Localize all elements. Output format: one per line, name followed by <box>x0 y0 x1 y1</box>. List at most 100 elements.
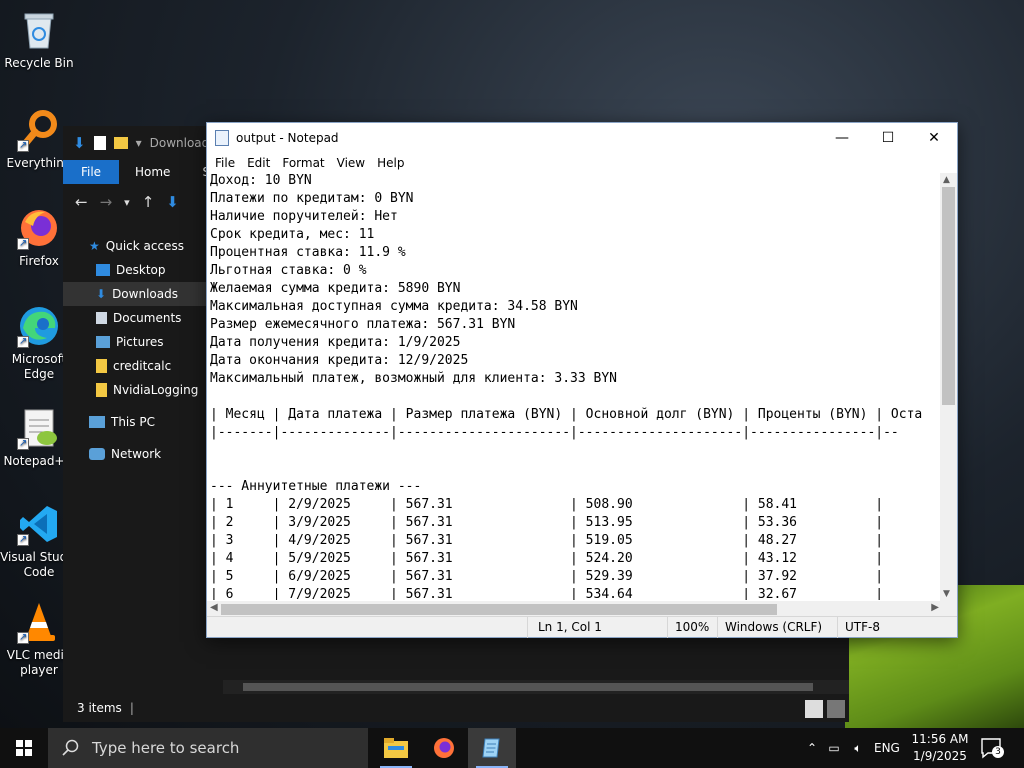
recycle-bin-icon <box>17 8 61 52</box>
desktop-icon-recycle-bin[interactable]: Recycle Bin <box>0 8 78 71</box>
nav-item-label: This PC <box>111 415 155 429</box>
windows-logo-icon <box>16 740 32 756</box>
nav-item-documents[interactable]: Documents <box>63 306 223 330</box>
taskbar-firefox[interactable] <box>420 728 468 768</box>
shortcut-arrow-icon <box>17 630 29 645</box>
shortcut-arrow-icon <box>17 436 29 451</box>
menu-format[interactable]: Format <box>276 156 330 170</box>
ribbon-tab-home[interactable]: Home <box>119 165 186 179</box>
notepad-plus-plus-icon <box>17 406 61 451</box>
text-editor-area[interactable]: Доход: 10 BYN Платежи по кредитам: 0 BYN Н… <box>210 172 942 600</box>
minimize-button[interactable]: — <box>819 123 865 153</box>
text-line: Наличие поручителей: Нет <box>210 209 398 224</box>
explorer-navigation-pane: ★ Quick access Desktop ⬇ Downloads Docum… <box>63 234 223 466</box>
nav-item-label: Quick access <box>105 239 184 253</box>
close-button[interactable]: ✕ <box>911 123 957 153</box>
system-tray: ⌃ ▭ 🔈︎ ENG <box>802 728 900 768</box>
vscode-icon <box>17 502 61 547</box>
large-icons-view-icon[interactable] <box>827 700 845 718</box>
scroll-right-icon[interactable]: ▶ <box>931 602 939 613</box>
menu-edit[interactable]: Edit <box>241 156 276 170</box>
nav-item-label: Downloads <box>112 287 178 301</box>
nav-item-downloads[interactable]: ⬇ Downloads <box>63 282 223 306</box>
customize-dropdown-icon[interactable]: ▾ <box>136 136 142 150</box>
nav-item-label: Pictures <box>116 335 164 349</box>
nav-item-label: Documents <box>113 311 182 325</box>
text-line: Срок кредита, мес: 11 <box>210 227 375 242</box>
scroll-up-icon[interactable]: ▲ <box>943 175 950 185</box>
folder-icon[interactable] <box>113 137 128 149</box>
menu-file[interactable]: File <box>209 156 241 170</box>
scrollbar-thumb[interactable] <box>243 683 813 691</box>
window-title: output - Notepad <box>236 131 339 145</box>
search-placeholder: Type here to search <box>92 739 240 757</box>
down-arrow-icon[interactable]: ⬇ <box>73 134 86 152</box>
scrollbar-thumb[interactable] <box>221 604 777 615</box>
scrollbar-thumb[interactable] <box>942 187 955 405</box>
nav-item-label: Desktop <box>116 263 166 277</box>
ribbon-tab-file[interactable]: File <box>63 160 119 184</box>
nav-item-network[interactable]: Network <box>63 442 223 466</box>
notepad-app-icon <box>215 130 229 146</box>
notepad-menu-bar: File Edit Format View Help <box>207 153 957 173</box>
up-arrow-icon[interactable]: ↑ <box>142 193 155 211</box>
firefox-icon <box>434 738 454 758</box>
network-status-icon[interactable]: ▭ <box>822 741 846 755</box>
desktop-icon-label: Recycle Bin <box>4 56 74 70</box>
details-view-icon[interactable] <box>805 700 823 718</box>
volume-muted-icon[interactable]: 🔈︎ <box>846 741 870 756</box>
network-icon <box>89 448 105 460</box>
notepad-icon <box>482 738 500 758</box>
download-icon: ⬇ <box>96 287 107 301</box>
text-line: | 1 | 2/9/2025 | 567.31 | 508.90 | 58.41… <box>210 497 884 512</box>
start-button[interactable] <box>0 728 48 768</box>
notepad-status-bar: Ln 1, Col 1 100% Windows (CRLF) UTF-8 <box>207 616 957 638</box>
star-icon: ★ <box>89 239 100 253</box>
text-line: Процентная ставка: 11.9 % <box>210 245 406 260</box>
nav-item-label: creditcalc <box>113 359 172 373</box>
nav-item-desktop[interactable]: Desktop <box>63 258 223 282</box>
taskbar-file-explorer[interactable] <box>372 728 420 768</box>
properties-icon[interactable] <box>93 136 106 150</box>
file-explorer-icon <box>384 738 408 758</box>
taskbar-notepad[interactable] <box>468 728 516 768</box>
notepad-title-bar[interactable]: output - Notepad — ☐ ✕ <box>207 123 957 153</box>
nav-item-label: NvidiaLogging <box>113 383 199 397</box>
vlc-cone-icon <box>17 600 61 645</box>
scroll-down-icon[interactable]: ▼ <box>943 589 950 599</box>
taskbar-search-box[interactable]: Type here to search <box>48 728 368 768</box>
text-line: |-------|--------------|----------------… <box>210 425 899 440</box>
taskbar: Type here to search ⌃ ▭ 🔈︎ ENG 11:56 AM … <box>0 728 1024 768</box>
notepad-window[interactable]: output - Notepad — ☐ ✕ File Edit Format … <box>206 122 958 638</box>
text-line: Платежи по кредитам: 0 BYN <box>210 191 414 206</box>
input-language[interactable]: ENG <box>874 741 900 755</box>
nav-item-this-pc[interactable]: This PC <box>63 410 223 434</box>
text-line <box>210 388 942 406</box>
forward-arrow-icon[interactable]: → <box>100 193 113 211</box>
text-line: Дата получения кредита: 1/9/2025 <box>210 335 461 350</box>
explorer-horizontal-scrollbar[interactable] <box>223 680 849 694</box>
maximize-button[interactable]: ☐ <box>865 123 911 153</box>
text-line: | 6 | 7/9/2025 | 567.31 | 534.64 | 32.67… <box>210 587 884 600</box>
action-center-button[interactable]: 3 <box>980 736 1004 760</box>
everything-search-icon <box>17 108 61 153</box>
document-icon <box>96 312 107 324</box>
nav-item-pictures[interactable]: Pictures <box>63 330 223 354</box>
scroll-left-icon[interactable]: ◀ <box>210 602 218 613</box>
edge-icon <box>17 304 61 349</box>
nav-item-quick-access[interactable]: ★ Quick access <box>63 234 223 258</box>
text-line: Размер ежемесячного платежа: 567.31 BYN <box>210 317 516 332</box>
taskbar-clock[interactable]: 11:56 AM 1/9/2025 <box>910 731 970 765</box>
address-downloads-icon[interactable]: ⬇ <box>166 193 179 211</box>
nav-item-nvidialogging[interactable]: NvidiaLogging <box>63 378 223 402</box>
vertical-scrollbar[interactable]: ▲ ▼ <box>940 173 957 601</box>
nav-item-creditcalc[interactable]: creditcalc <box>63 354 223 378</box>
recent-chevron-icon[interactable]: ▾ <box>124 196 130 209</box>
show-hidden-icons-chevron-icon[interactable]: ⌃ <box>802 741 822 755</box>
back-arrow-icon[interactable]: ← <box>75 193 88 211</box>
menu-help[interactable]: Help <box>371 156 410 170</box>
text-line: | Месяц | Дата платежа | Размер платежа … <box>210 407 923 422</box>
menu-view[interactable]: View <box>331 156 371 170</box>
encoding: UTF-8 <box>845 620 880 634</box>
computer-icon <box>89 416 105 428</box>
